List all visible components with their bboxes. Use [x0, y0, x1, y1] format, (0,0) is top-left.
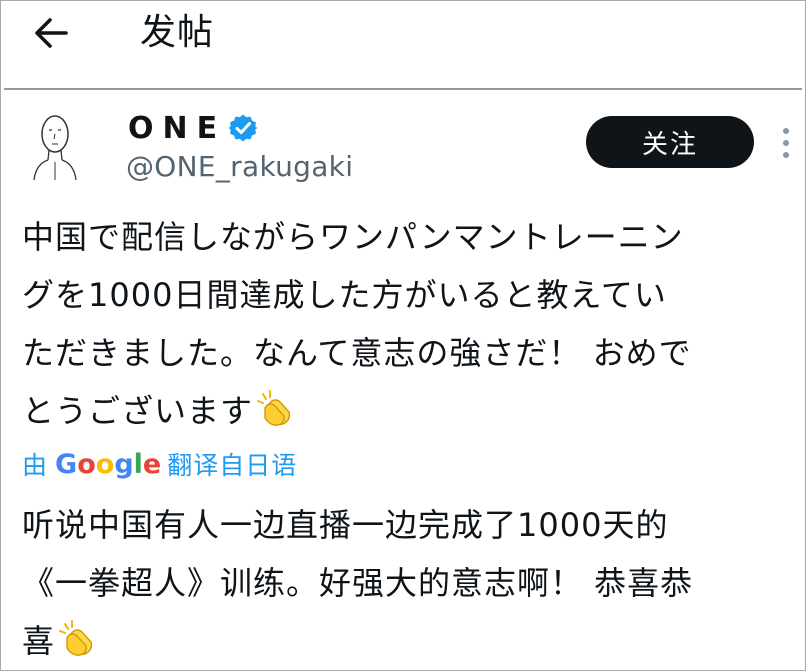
translated-line: 听说中国有人一边直播一边完成了1000天的	[22, 506, 669, 544]
avatar-drawing-icon	[33, 115, 77, 181]
tweet-line: 中国で配信しながらワンパンマントレーニン	[22, 218, 684, 256]
verified-badge-icon	[228, 114, 258, 142]
translated-text: 听说中国有人一边直播一边完成了1000天的 《一拳超人》训练。好强大的意志啊！ …	[22, 496, 806, 670]
author-handle[interactable]: @ONE_rakugaki	[126, 150, 353, 183]
google-letter: e	[142, 448, 162, 480]
google-letter: o	[95, 448, 115, 480]
header-divider	[4, 88, 802, 90]
translated-line: 《一拳超人》训练。好强大的意志啊！ 恭喜恭	[22, 564, 694, 602]
translated-line-last: 喜	[22, 612, 806, 670]
clapping-hands-icon	[257, 390, 291, 426]
google-letter: G	[55, 448, 78, 480]
translation-attribution[interactable]: 由 Google 翻译自日语	[22, 444, 297, 484]
follow-button[interactable]: 关注	[586, 116, 754, 168]
translated-by-label: 由	[22, 451, 48, 480]
tweet-line-last: とうございます	[22, 382, 806, 440]
back-arrow-icon[interactable]	[30, 12, 72, 54]
tweet-line: グを1000日間達成した方がいると教えてい	[22, 276, 667, 314]
google-logo: Google	[55, 449, 161, 480]
clapping-hands-icon	[59, 620, 93, 656]
translate-source-link[interactable]: 翻译自日语	[167, 446, 297, 482]
author-name-row[interactable]: ONE	[128, 108, 258, 148]
google-letter: o	[77, 448, 96, 480]
more-vertical-icon[interactable]	[780, 126, 792, 160]
author-display-name[interactable]: ONE	[128, 111, 226, 146]
header-bar: 发帖	[0, 0, 806, 88]
google-letter: g	[114, 448, 134, 480]
tweet-text: 中国で配信しながらワンパンマントレーニン グを1000日間達成した方がいると教え…	[22, 208, 806, 440]
google-letter: l	[133, 448, 143, 480]
tweet-line-text: とうございます	[22, 392, 254, 430]
tweet-line: ただきました。なんて意志の強さだ！ おめで	[22, 334, 692, 372]
avatar[interactable]	[22, 104, 88, 192]
page-title: 发帖	[140, 12, 215, 53]
translated-line-text: 喜	[22, 622, 56, 660]
